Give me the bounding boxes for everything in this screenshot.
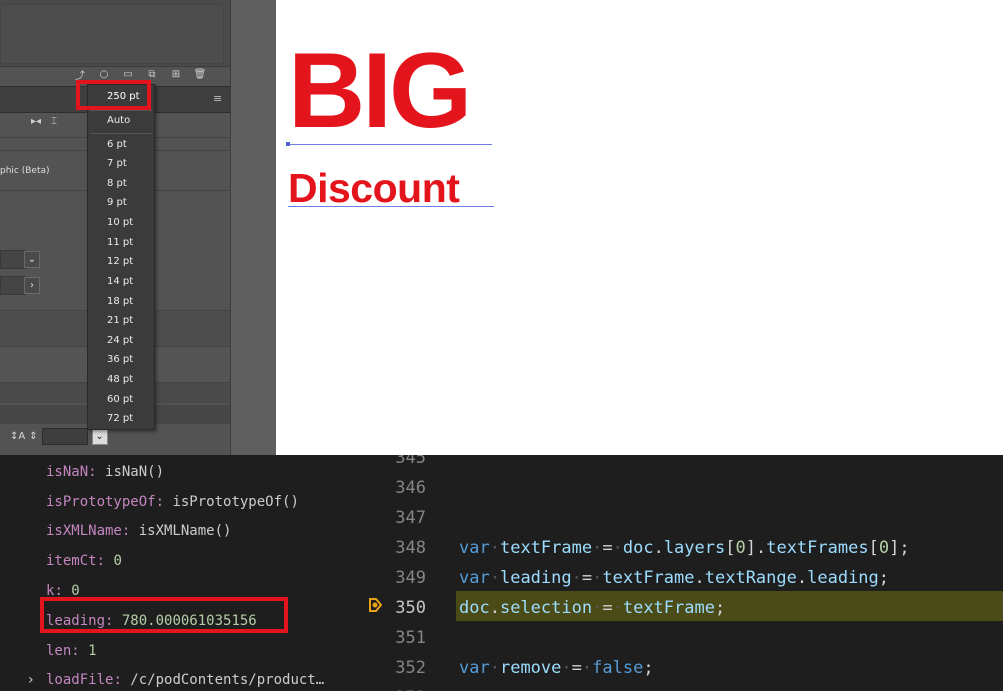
- variable-value: /c/podContents/product…: [130, 672, 325, 688]
- line-number[interactable]: 353: [360, 683, 426, 691]
- discount-text-frame[interactable]: Discount: [288, 166, 460, 210]
- variable-value: isPrototypeOf(): [172, 494, 299, 510]
- page-icon[interactable]: ▭: [122, 68, 134, 80]
- panel-top-area: [0, 0, 230, 67]
- line-number[interactable]: 347: [360, 503, 426, 533]
- leading-icon: ↕A: [10, 431, 26, 442]
- chevron-right-icon[interactable]: ›: [24, 277, 40, 294]
- variable-value: 1: [88, 643, 97, 659]
- expand-chevron-icon[interactable]: ›: [28, 665, 34, 691]
- big-text-frame[interactable]: BIG: [288, 36, 472, 144]
- chevron-down-icon[interactable]: ⌄: [24, 251, 40, 268]
- align-vertical-icon[interactable]: ⌶: [51, 116, 57, 127]
- line-number[interactable]: 352: [360, 653, 426, 683]
- align-controls: ▸◂ ⌶: [31, 116, 57, 127]
- new-item-icon[interactable]: ⊞: [170, 68, 182, 80]
- code-line[interactable]: doc.selection·=·textFrame;: [459, 593, 725, 623]
- code-line[interactable]: var·textFrame·=·doc.layers[0].textFrames…: [459, 533, 910, 563]
- variable-name: isNaN: [46, 464, 89, 480]
- font-size-field[interactable]: [0, 276, 26, 295]
- anchor-point[interactable]: [286, 142, 290, 146]
- leading-control: ↕A ⇕ ⌄: [10, 428, 108, 445]
- dropdown-option[interactable]: 11 pt: [88, 233, 154, 252]
- variable-value: isXMLName(): [138, 523, 232, 539]
- export-icon[interactable]: ⤴: [74, 68, 86, 82]
- line-number[interactable]: 349: [360, 563, 426, 593]
- dropdown-option[interactable]: 18 pt: [88, 292, 154, 311]
- font-size-dropdown: 250 pt Auto 6 pt 7 pt 8 pt 9 pt 10 pt 11…: [87, 84, 155, 430]
- panel-menu-icon[interactable]: ≡: [213, 93, 222, 104]
- dropdown-option[interactable]: 12 pt: [88, 252, 154, 271]
- code-line[interactable]: var·leading·=·textFrame.textRange.leadin…: [459, 563, 889, 593]
- dropdown-option[interactable]: 14 pt: [88, 272, 154, 291]
- variable-row[interactable]: len: 1: [46, 636, 97, 666]
- link-icon[interactable]: ⧉: [146, 68, 158, 80]
- dropdown-option[interactable]: 6 pt: [88, 135, 154, 154]
- chevron-down-icon[interactable]: ⌄: [91, 428, 108, 445]
- variable-row[interactable]: isXMLName: isXMLName(): [46, 516, 231, 546]
- dropdown-option[interactable]: 72 pt: [88, 409, 154, 428]
- align-center-icon[interactable]: ▸◂: [31, 116, 41, 127]
- debug-variables-panel: isNaN: isNaN() isPrototypeOf: isPrototyp…: [0, 455, 360, 691]
- variable-name: isXMLName: [46, 523, 122, 539]
- panel-scroll-column[interactable]: [230, 0, 276, 455]
- variable-name: itemCt: [46, 553, 97, 569]
- line-number[interactable]: 351: [360, 623, 426, 653]
- line-number[interactable]: 350: [360, 593, 426, 623]
- text-baseline: [288, 144, 492, 145]
- panel-preview-box: [0, 4, 224, 64]
- character-panel: ⤴ ○ ▭ ⧉ ⊞ 🗑 ≡ ▸◂ ⌶ phic (Beta) ⌄ › ↕A ⇕ …: [0, 0, 276, 455]
- highlight-box: [76, 80, 151, 110]
- leading-input[interactable]: [41, 428, 88, 445]
- variable-name: isPrototypeOf: [46, 494, 156, 510]
- dropdown-option[interactable]: 9 pt: [88, 193, 154, 212]
- dropdown-option[interactable]: 24 pt: [88, 331, 154, 350]
- dropdown-option[interactable]: 21 pt: [88, 311, 154, 330]
- font-style-field[interactable]: [0, 250, 26, 269]
- dropdown-option-auto[interactable]: Auto: [88, 111, 154, 130]
- dropdown-option[interactable]: 10 pt: [88, 213, 154, 232]
- variable-name: len: [46, 643, 72, 659]
- divider: [90, 133, 152, 134]
- variable-row[interactable]: loadFile: /c/podContents/product…: [46, 665, 324, 691]
- text-baseline: [288, 206, 494, 207]
- dropdown-option[interactable]: 7 pt: [88, 154, 154, 173]
- dropdown-option[interactable]: 48 pt: [88, 370, 154, 389]
- line-number[interactable]: 348: [360, 533, 426, 563]
- variable-value: isNaN(): [105, 464, 165, 480]
- line-number[interactable]: 346: [360, 473, 426, 503]
- dropdown-option[interactable]: 8 pt: [88, 174, 154, 193]
- variable-row[interactable]: isPrototypeOf: isPrototypeOf(): [46, 487, 299, 517]
- trash-icon[interactable]: 🗑: [194, 68, 207, 80]
- highlight-box: [40, 597, 288, 633]
- dropdown-option[interactable]: 60 pt: [88, 390, 154, 409]
- variable-row[interactable]: itemCt: 0: [46, 546, 122, 576]
- line-number[interactable]: 345: [360, 455, 426, 473]
- code-line[interactable]: var·remove·=·false;: [459, 653, 654, 683]
- artboard: BIG Discount: [276, 0, 1003, 455]
- circle-icon[interactable]: ○: [98, 68, 110, 80]
- variable-value: 0: [113, 553, 122, 569]
- beta-feature-label: phic (Beta): [0, 166, 50, 176]
- variable-name: loadFile: [46, 672, 114, 688]
- code-editor: 345 346 347 348 var·textFrame·=·doc.layers[0…: [360, 455, 1003, 691]
- dropdown-option[interactable]: 36 pt: [88, 350, 154, 369]
- variable-row[interactable]: isNaN: isNaN(): [46, 457, 164, 487]
- stepper-icon[interactable]: ⇕: [29, 431, 37, 442]
